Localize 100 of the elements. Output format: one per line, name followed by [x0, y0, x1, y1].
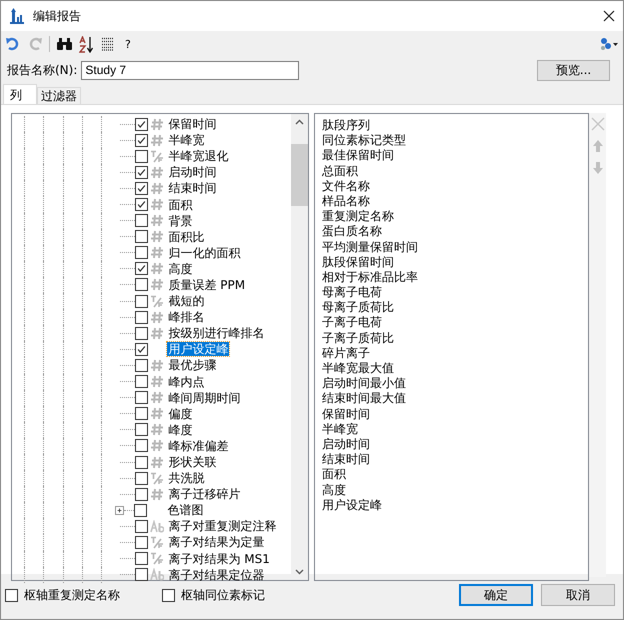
tree-item[interactable]: 离子对结果为 MS1 [167, 552, 271, 566]
list-item[interactable]: 用户设定峰 [322, 498, 588, 513]
checkbox[interactable] [135, 520, 148, 533]
checkbox[interactable] [135, 246, 148, 260]
tree-item[interactable]: 截短的 [167, 294, 206, 308]
list-item[interactable]: 平均测量保留时间 [322, 240, 588, 255]
list-item[interactable]: 同位素标记类型 [322, 133, 588, 148]
close-icon[interactable] [603, 10, 615, 22]
checkbox[interactable] [135, 536, 148, 549]
expand-icon[interactable] [115, 506, 124, 515]
checkbox[interactable] [135, 294, 148, 308]
checkbox[interactable] [135, 342, 148, 356]
ok-button[interactable]: 确定 [459, 584, 533, 606]
tree-item[interactable]: 偏度 [167, 406, 194, 421]
list-item[interactable]: 启动时间 [322, 436, 588, 452]
checkbox[interactable] [135, 278, 148, 292]
list-item[interactable]: 母离子电荷 [322, 285, 588, 300]
checkbox[interactable] [135, 472, 148, 485]
preview-button[interactable]: 预览... [537, 60, 610, 80]
list-item[interactable]: 子离子质荷比 [322, 330, 588, 346]
tree-item[interactable]: 启动时间 [167, 165, 218, 180]
checkbox[interactable] [135, 375, 148, 388]
list-item[interactable]: 子离子电荷 [322, 315, 588, 331]
tree-item[interactable]: 离子对重复测定注释 [167, 519, 278, 534]
list-item[interactable]: 相对于标准品比率 [322, 270, 588, 286]
tab[interactable]: 列 [3, 84, 37, 104]
checkbox[interactable] [135, 182, 148, 195]
checkbox[interactable] [135, 230, 148, 244]
list-item[interactable]: 母离子质荷比 [322, 300, 588, 316]
tree-item[interactable]: 按级别进行峰排名 [167, 326, 266, 340]
tree-item[interactable]: 半峰宽 [167, 133, 206, 148]
checkbox[interactable] [135, 391, 148, 404]
list-item[interactable]: 高度 [322, 482, 588, 498]
list-icon[interactable] [101, 37, 115, 51]
tree-item[interactable]: 离子迁移碎片 [167, 487, 242, 502]
tree-item[interactable]: 结束时间 [167, 181, 218, 196]
list-item[interactable]: 碎片离子 [322, 346, 588, 361]
help-button[interactable]: ? [121, 38, 135, 50]
report-name-field[interactable]: Study 7 [81, 60, 300, 80]
tree-item[interactable]: 形状关联 [167, 455, 218, 470]
checkbox[interactable] [5, 588, 18, 602]
list-item[interactable]: 结束时间 [322, 452, 588, 468]
checkbox[interactable] [135, 214, 148, 228]
checkbox[interactable] [135, 118, 148, 131]
tree-item[interactable]: 用户设定峰 [167, 342, 230, 356]
tree-item[interactable]: 最优步骤 [167, 358, 218, 372]
list-item[interactable]: 启动时间最小值 [322, 376, 588, 392]
checkbox[interactable] [135, 198, 148, 212]
checkbox[interactable] [135, 568, 148, 582]
tree-item[interactable]: 峰标准偏差 [167, 438, 230, 453]
checkbox[interactable] [135, 358, 148, 372]
tree-item[interactable]: 半峰宽退化 [167, 149, 230, 164]
checkbox[interactable] [134, 504, 148, 517]
tree-item[interactable]: 背景 [167, 214, 194, 228]
tree-item[interactable]: 峰排名 [167, 310, 206, 324]
checkbox[interactable] [135, 552, 148, 566]
tree-item[interactable]: 面积比 [167, 230, 206, 244]
checkbox[interactable] [135, 423, 148, 436]
binoculars-icon[interactable] [56, 37, 73, 51]
tree-item[interactable]: 离子对结果为定量 [167, 535, 266, 550]
checkbox[interactable] [135, 166, 148, 179]
list-item[interactable]: 结束时间最大值 [322, 391, 588, 407]
list-item[interactable]: 文件名称 [322, 178, 588, 194]
list-item[interactable]: 半峰宽 [322, 422, 588, 437]
cancel-button[interactable]: 取消 [541, 584, 615, 606]
checkbox[interactable] [135, 456, 148, 469]
checkbox[interactable] [135, 150, 148, 163]
checkbox[interactable] [135, 488, 148, 501]
checkbox[interactable] [135, 407, 148, 420]
list-item[interactable]: 最佳保留时间 [322, 148, 588, 164]
tab[interactable]: 过滤器 [37, 87, 81, 104]
tree-item[interactable]: 色谱图 [166, 503, 204, 518]
list-item[interactable]: 肽段序列 [322, 118, 588, 134]
checkbox[interactable] [162, 588, 175, 602]
tree-item[interactable]: 归一化的面积 [167, 246, 242, 260]
scroll-thumb[interactable] [291, 144, 308, 206]
list-item[interactable]: 重复测定名称 [322, 209, 588, 224]
list-item[interactable]: 总面积 [322, 164, 588, 179]
checkbox[interactable] [135, 310, 148, 324]
list-item[interactable]: 蛋白质名称 [322, 224, 588, 240]
list-item[interactable]: 保留时间 [322, 406, 588, 422]
sort-icon[interactable] [79, 36, 95, 52]
tree-item[interactable]: 峰内点 [167, 374, 206, 389]
tree-item[interactable]: 保留时间 [167, 117, 218, 132]
tree-item[interactable]: 共洗脱 [167, 471, 206, 486]
undo-icon[interactable] [5, 36, 21, 52]
tree-item[interactable]: 面积 [167, 198, 194, 212]
list-item[interactable]: 面积 [322, 467, 588, 482]
checkbox[interactable] [135, 326, 148, 340]
checkbox[interactable] [135, 262, 148, 276]
options-dropdown-icon[interactable] [599, 37, 619, 51]
list-item[interactable]: 半峰宽最大值 [322, 361, 588, 376]
list-item[interactable]: 肽段保留时间 [322, 254, 588, 270]
tree-item[interactable]: 质量误差 PPM [167, 278, 246, 292]
tree-item[interactable]: 离子对结果定位器 [167, 568, 266, 582]
list-item[interactable]: 样品名称 [322, 194, 588, 210]
tree-item[interactable]: 高度 [167, 262, 194, 276]
checkbox[interactable] [135, 439, 148, 452]
tree-item[interactable]: 峰间周期时间 [167, 390, 242, 405]
tree-item[interactable]: 峰度 [167, 422, 194, 437]
